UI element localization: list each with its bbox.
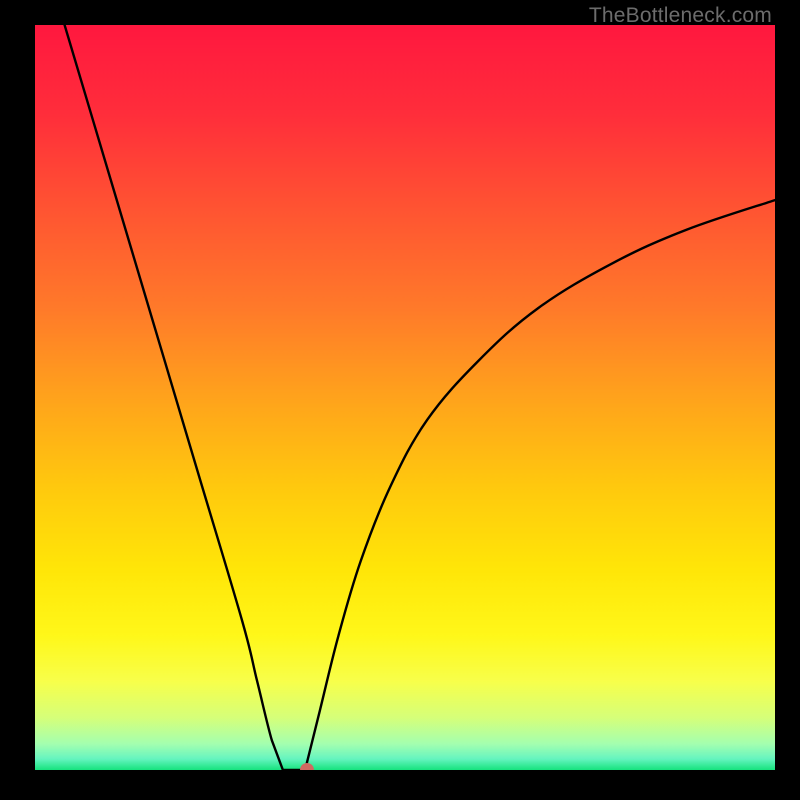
watermark-text: TheBottleneck.com — [589, 4, 772, 28]
chart-frame: TheBottleneck.com — [0, 0, 800, 800]
optimal-point-marker — [300, 763, 314, 770]
plot-area — [35, 25, 775, 770]
bottleneck-curve — [35, 25, 775, 770]
